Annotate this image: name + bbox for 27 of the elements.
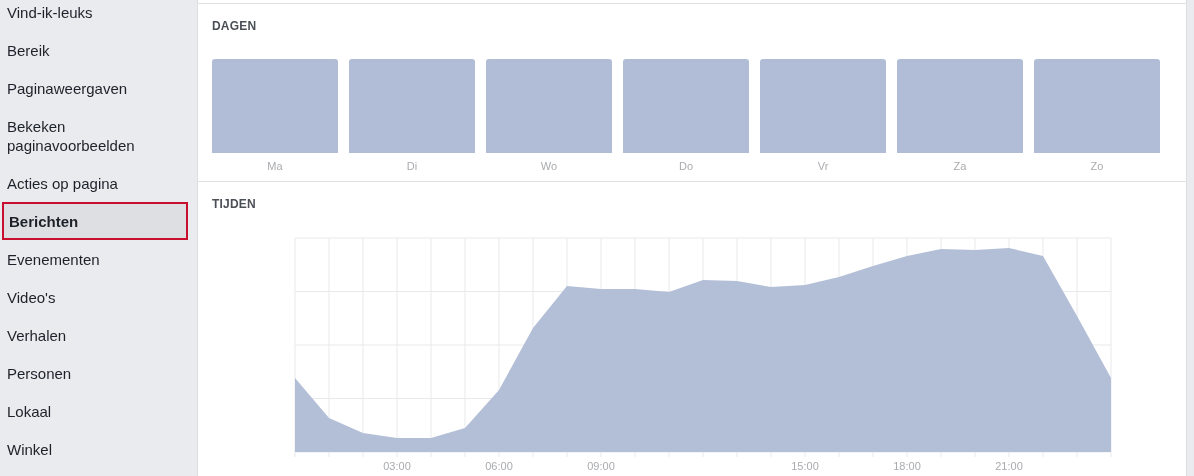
day-label: Ma xyxy=(267,160,283,172)
axis-label: 06:00 xyxy=(485,460,513,472)
sidebar-item[interactable]: Vind-ik-leuks xyxy=(0,0,197,31)
sidebar-item[interactable]: Berichten xyxy=(2,202,188,240)
sidebar-item[interactable]: Bereik xyxy=(0,31,197,69)
sidebar-item[interactable]: Bekeken paginavoorbeelden xyxy=(0,107,197,164)
axis-label: 09:00 xyxy=(587,460,615,472)
sidebar-item[interactable]: Winkel xyxy=(0,430,197,468)
day-label: Di xyxy=(406,160,418,172)
day-label: Wo xyxy=(540,160,558,172)
axis-label: 15:00 xyxy=(791,460,819,472)
day-label: Za xyxy=(953,160,967,172)
day-label: Zo xyxy=(1090,160,1104,172)
sidebar-item[interactable]: Acties op pagina xyxy=(0,164,197,202)
axis-label: 18:00 xyxy=(893,460,921,472)
sidebar-item[interactable]: Paginaweergaven xyxy=(0,69,197,107)
axis-label: 21:00 xyxy=(995,460,1023,472)
day-label: Do xyxy=(678,160,694,172)
section-title: TIJDEN xyxy=(212,197,257,211)
sidebar-item[interactable]: Evenementen xyxy=(0,240,197,278)
axis-label: 03:00 xyxy=(383,460,411,472)
sidebar-item[interactable]: Video's xyxy=(0,278,197,316)
sidebar-item[interactable]: Personen xyxy=(0,354,197,392)
day-label: Vr xyxy=(817,160,829,172)
section-title: DAGEN xyxy=(212,19,258,33)
sidebar-item[interactable]: Verhalen xyxy=(0,316,197,354)
sidebar-item[interactable]: Lokaal xyxy=(0,392,197,430)
